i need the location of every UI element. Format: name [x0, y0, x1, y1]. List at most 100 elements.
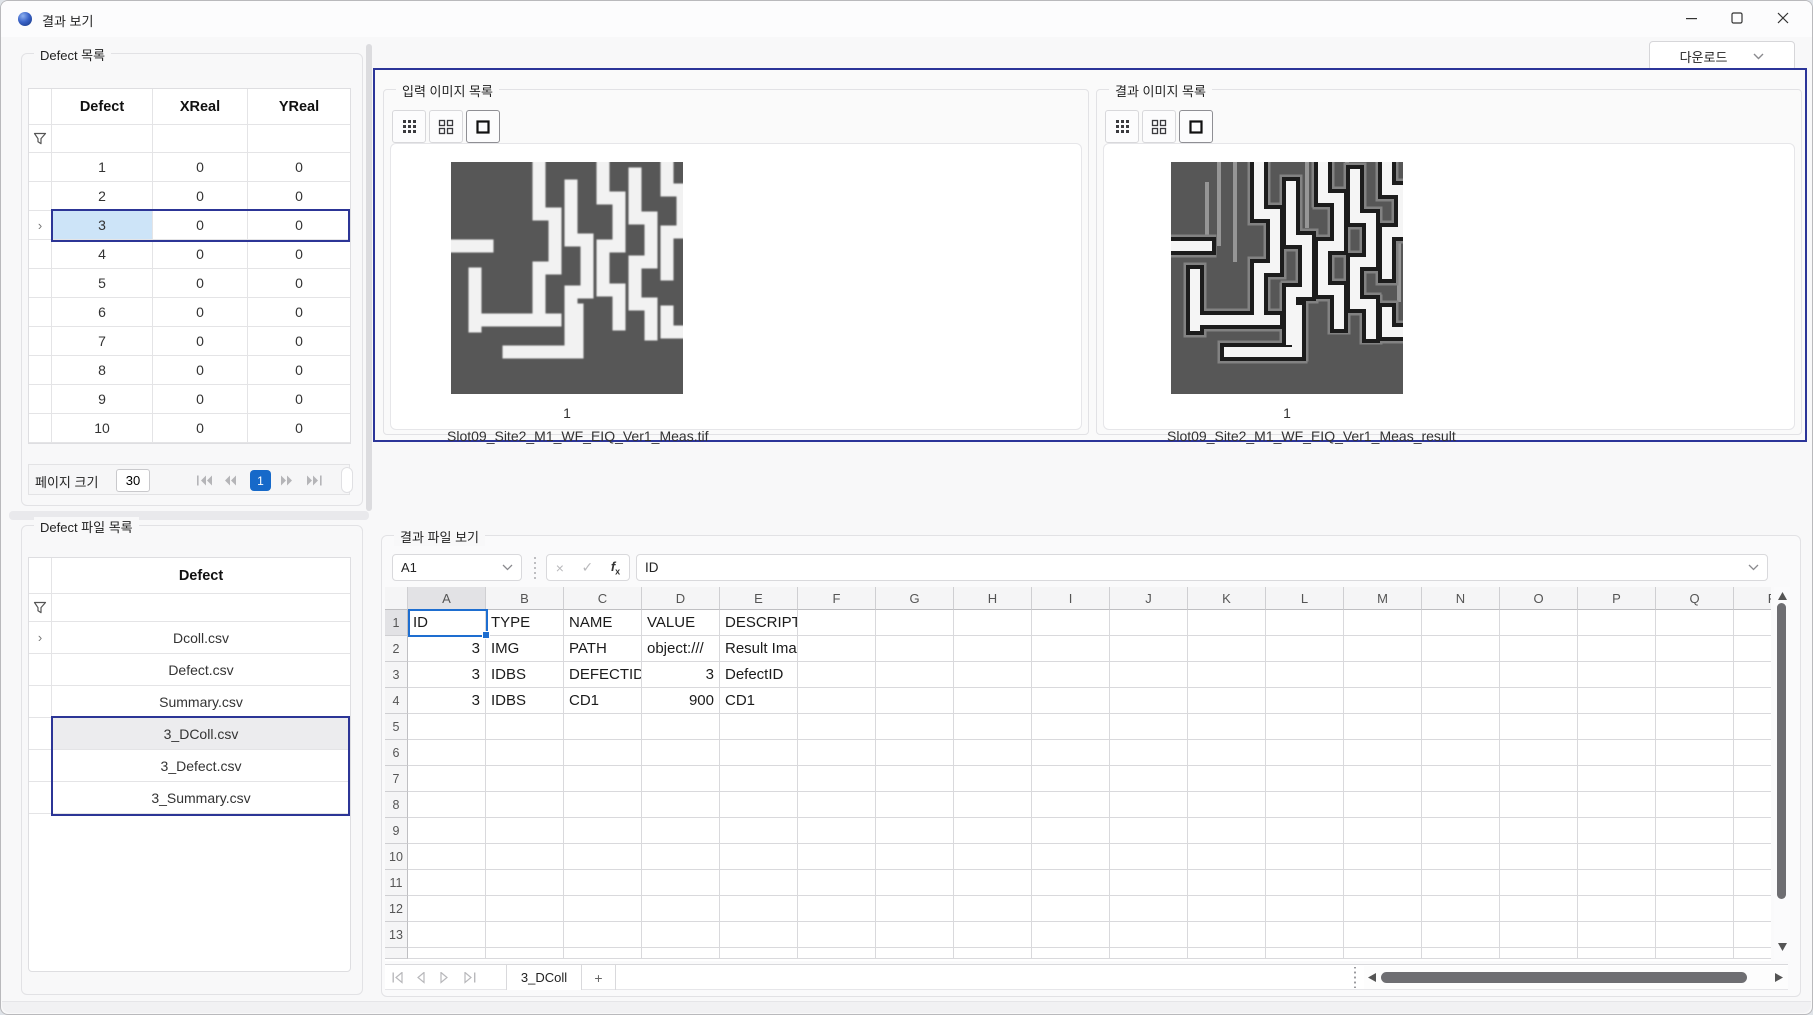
file-name-cell[interactable]: Dcoll.csv — [52, 622, 350, 653]
row-header[interactable]: 4 — [385, 688, 408, 714]
grid-cell[interactable] — [1188, 740, 1266, 766]
grid-cell[interactable] — [1734, 896, 1771, 922]
defect-cell[interactable]: 10 — [52, 414, 153, 442]
grid-cell[interactable] — [1344, 818, 1422, 844]
grid-cell[interactable] — [408, 766, 486, 792]
grid-cell[interactable] — [1734, 922, 1771, 948]
grid-cell[interactable] — [954, 792, 1032, 818]
column-header-yreal[interactable]: YReal — [248, 89, 350, 124]
grid-cell[interactable] — [876, 766, 954, 792]
sheet-tab[interactable]: 3_DColl — [506, 965, 582, 990]
grid-cell[interactable] — [954, 688, 1032, 714]
grid-cell[interactable] — [1578, 662, 1656, 688]
defect-row[interactable]: 100 — [29, 153, 350, 182]
grid-cell[interactable] — [1188, 948, 1266, 959]
grid-cell[interactable] — [1188, 844, 1266, 870]
grid-cell[interactable] — [954, 740, 1032, 766]
row-header[interactable]: 10 — [385, 844, 408, 870]
grid-cell[interactable] — [1656, 714, 1734, 740]
add-sheet-button[interactable]: + — [582, 965, 616, 990]
grid-cell[interactable] — [876, 792, 954, 818]
grid-cell[interactable] — [1500, 766, 1578, 792]
grid-cell[interactable] — [408, 844, 486, 870]
grid-cell[interactable] — [1500, 610, 1578, 636]
grid-cell[interactable] — [876, 662, 954, 688]
grid-cell[interactable] — [1734, 948, 1771, 959]
result-image-thumbnail[interactable]: 1 Slot09_Site2_M1_WF_EIQ_Ver1_Meas_resul… — [1167, 162, 1456, 444]
grid-cell[interactable] — [1032, 740, 1110, 766]
grid-cell[interactable] — [1110, 636, 1188, 662]
grid-cell[interactable] — [1578, 818, 1656, 844]
yreal-cell[interactable]: 0 — [248, 182, 350, 210]
grid-cell[interactable] — [1500, 844, 1578, 870]
row-header[interactable]: 12 — [385, 896, 408, 922]
grid-cell[interactable]: 3 — [408, 662, 486, 688]
grid-cell[interactable] — [486, 740, 564, 766]
grid-cell[interactable] — [1734, 714, 1771, 740]
grid-cell[interactable] — [1656, 740, 1734, 766]
grid-cell[interactable] — [954, 636, 1032, 662]
grid-cell[interactable] — [1734, 844, 1771, 870]
grid-cell[interactable] — [954, 662, 1032, 688]
grid-cell[interactable] — [642, 792, 720, 818]
grid-cell[interactable]: 3 — [408, 636, 486, 662]
single-view-button[interactable] — [1179, 110, 1213, 143]
grid-cell[interactable] — [408, 792, 486, 818]
grid-cell[interactable] — [798, 688, 876, 714]
grid-cell[interactable] — [1188, 896, 1266, 922]
grid-cell[interactable] — [1578, 792, 1656, 818]
grid-cell[interactable] — [1578, 844, 1656, 870]
column-header[interactable]: J — [1110, 587, 1188, 610]
row-header[interactable]: 1 — [385, 610, 408, 636]
file-row[interactable]: 3_DColl.csv — [29, 718, 350, 750]
grid-cell[interactable] — [1422, 896, 1500, 922]
small-grid-view-button[interactable] — [1105, 110, 1139, 143]
xreal-cell[interactable]: 0 — [153, 385, 248, 413]
grid-cell[interactable] — [720, 922, 798, 948]
row-header[interactable]: 7 — [385, 766, 408, 792]
grid-cell[interactable] — [642, 896, 720, 922]
grid-cell[interactable] — [798, 870, 876, 896]
grid-cell[interactable] — [1422, 792, 1500, 818]
grid-cell[interactable] — [564, 844, 642, 870]
grid-cell[interactable] — [1578, 610, 1656, 636]
grid-cell[interactable] — [876, 610, 954, 636]
minimize-button[interactable] — [1668, 1, 1714, 35]
grid-cell[interactable] — [1188, 610, 1266, 636]
file-name-cell[interactable]: Summary.csv — [52, 686, 350, 717]
column-header-file[interactable]: Defect — [52, 558, 350, 593]
defect-row[interactable]: 800 — [29, 356, 350, 385]
grid-cell[interactable] — [1188, 792, 1266, 818]
column-header[interactable]: L — [1266, 587, 1344, 610]
grid-cell[interactable] — [1422, 922, 1500, 948]
grid-cell[interactable]: 3 — [408, 688, 486, 714]
grid-cell[interactable]: VALUE — [642, 610, 720, 636]
grid-cell[interactable]: 3 — [642, 662, 720, 688]
grid-cell[interactable] — [1110, 740, 1188, 766]
grid-cell[interactable]: CD1 — [720, 688, 798, 714]
grid-cell[interactable] — [642, 740, 720, 766]
grid-cell[interactable]: DEFECTID — [564, 662, 642, 688]
grid-cell[interactable] — [1032, 610, 1110, 636]
grid-cell[interactable] — [1656, 610, 1734, 636]
input-image-thumbnail[interactable]: 1 Slot09_Site2_M1_WF_EIQ_Ver1_Meas.tif — [447, 162, 708, 444]
grid-cell[interactable] — [720, 740, 798, 766]
grid-cell[interactable]: 900 — [642, 688, 720, 714]
row-header[interactable]: 13 — [385, 922, 408, 948]
grid-cell[interactable]: TYPE — [486, 610, 564, 636]
last-sheet-icon[interactable] — [464, 972, 478, 984]
grid-cell[interactable] — [486, 896, 564, 922]
grid-cell[interactable] — [1422, 870, 1500, 896]
grid-cell[interactable] — [486, 844, 564, 870]
grid-cell[interactable] — [564, 766, 642, 792]
yreal-cell[interactable]: 0 — [248, 327, 350, 355]
yreal-cell[interactable]: 0 — [248, 153, 350, 181]
pager-scroll-thumb[interactable] — [341, 467, 353, 493]
grid-cell[interactable] — [1032, 688, 1110, 714]
cell-name-box[interactable]: A1 — [392, 554, 522, 581]
grid-cell[interactable]: IDBS — [486, 688, 564, 714]
grid-cell[interactable] — [642, 870, 720, 896]
grid-cell[interactable]: IDBS — [486, 662, 564, 688]
defect-row[interactable]: 400 — [29, 240, 350, 269]
row-header[interactable]: 2 — [385, 636, 408, 662]
